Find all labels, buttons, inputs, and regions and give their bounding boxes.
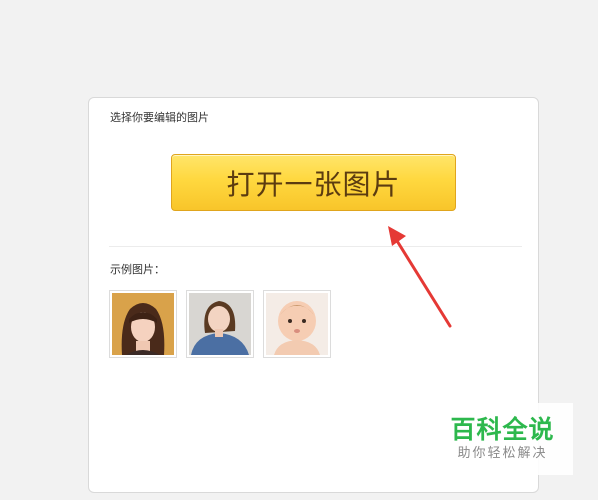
- red-arrow-annotation: [388, 226, 452, 328]
- divider: [109, 246, 522, 247]
- portrait-baby-image: [266, 293, 328, 355]
- portrait-woman-denim-image: [189, 293, 251, 355]
- portrait-woman-bangs-image: [112, 293, 174, 355]
- example-thumbnails: [109, 290, 331, 358]
- example-thumbnail-3[interactable]: [263, 290, 331, 358]
- watermark: 百科全说 助你轻松解决: [432, 403, 573, 475]
- page: 选择你要编辑的图片 打开一张图片 示例图片： 百科全说 助你轻松解决: [0, 0, 598, 500]
- open-image-button[interactable]: 打开一张图片: [171, 154, 456, 211]
- watermark-title: 百科全说: [450, 415, 555, 444]
- panel-title: 选择你要编辑的图片: [110, 111, 209, 124]
- watermark-subtitle: 助你轻松解决: [457, 446, 548, 461]
- examples-label: 示例图片：: [110, 263, 165, 276]
- example-thumbnail-1[interactable]: [109, 290, 177, 358]
- example-thumbnail-2[interactable]: [186, 290, 254, 358]
